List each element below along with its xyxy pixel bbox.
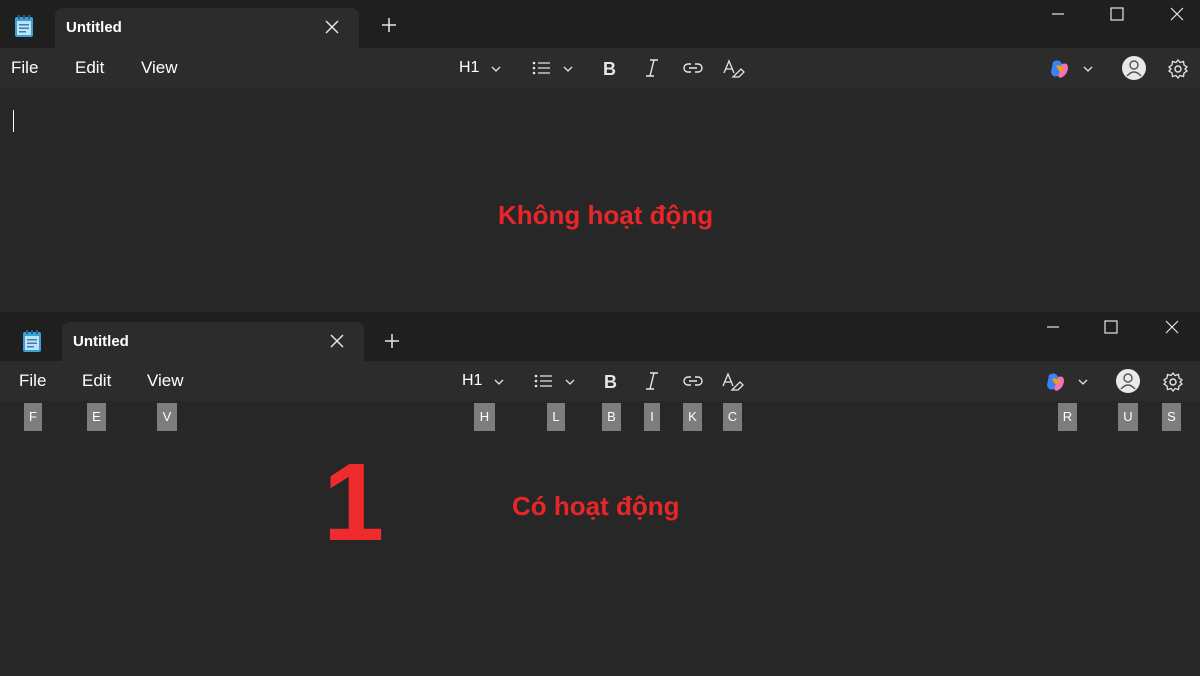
close-window-icon[interactable] xyxy=(1167,4,1187,24)
tab-title: Untitled xyxy=(73,333,129,350)
keytip-copilot: R xyxy=(1058,403,1077,431)
chevron-down-icon xyxy=(494,379,504,385)
copilot-icon xyxy=(1051,60,1068,78)
menu-file[interactable]: File xyxy=(11,58,38,78)
copilot-button[interactable] xyxy=(1044,371,1092,393)
tab-untitled[interactable]: Untitled xyxy=(62,322,364,362)
clear-formatting-icon[interactable] xyxy=(722,58,746,80)
italic-icon[interactable] xyxy=(642,371,662,393)
heading-label: H1 xyxy=(462,372,483,389)
step-number: 1 xyxy=(323,441,385,564)
notepad-icon xyxy=(13,14,35,38)
heading-label: H1 xyxy=(459,59,480,76)
bold-icon[interactable]: B xyxy=(600,58,620,80)
text-cursor xyxy=(13,110,14,132)
keytip-file: F xyxy=(24,403,42,431)
menu-view[interactable]: View xyxy=(147,371,184,391)
keytip-settings: S xyxy=(1162,403,1181,431)
list-icon xyxy=(532,61,550,75)
avatar-icon[interactable] xyxy=(1116,369,1140,393)
menu-bar: File Edit View H1 B xyxy=(0,361,1200,401)
avatar-icon[interactable] xyxy=(1122,56,1146,80)
heading-dropdown[interactable]: H1 xyxy=(459,58,505,80)
minimize-icon[interactable] xyxy=(1043,317,1063,337)
chevron-down-icon xyxy=(563,66,573,72)
notepad-window-inactive: Untitled File Edit View H1 B Không hoạt … xyxy=(0,0,1200,312)
tab-title: Untitled xyxy=(66,19,122,36)
close-icon[interactable] xyxy=(328,332,346,350)
menu-file[interactable]: File xyxy=(19,371,46,391)
notepad-icon xyxy=(21,329,43,353)
italic-icon[interactable] xyxy=(642,58,662,80)
maximize-icon[interactable] xyxy=(1107,4,1127,24)
keytip-heading: H xyxy=(474,403,495,431)
close-window-icon[interactable] xyxy=(1162,317,1182,337)
link-icon[interactable] xyxy=(681,58,705,80)
keytip-edit: E xyxy=(87,403,106,431)
svg-text:B: B xyxy=(603,59,616,78)
gear-icon[interactable] xyxy=(1162,371,1184,393)
title-bar: Untitled xyxy=(0,0,1200,48)
bold-icon[interactable]: B xyxy=(601,371,621,393)
menu-edit[interactable]: Edit xyxy=(82,371,111,391)
chevron-down-icon xyxy=(1083,66,1093,72)
keytip-list: L xyxy=(547,403,565,431)
list-icon xyxy=(534,374,552,388)
keytip-italic: I xyxy=(644,403,660,431)
heading-dropdown[interactable]: H1 xyxy=(462,371,508,393)
gear-icon[interactable] xyxy=(1167,58,1189,80)
status-label-inactive: Không hoạt động xyxy=(498,200,714,230)
keytip-view: V xyxy=(157,403,177,431)
keytip-bold: B xyxy=(602,403,621,431)
keytip-clear: C xyxy=(723,403,742,431)
svg-text:B: B xyxy=(604,372,617,391)
title-bar: Untitled xyxy=(0,313,1200,362)
clear-formatting-icon[interactable] xyxy=(721,371,745,393)
list-dropdown[interactable] xyxy=(531,58,577,80)
copilot-icon xyxy=(1047,373,1064,391)
keytip-link: K xyxy=(683,403,702,431)
menu-bar: File Edit View H1 B xyxy=(0,48,1200,88)
keytip-account: U xyxy=(1118,403,1138,431)
link-icon[interactable] xyxy=(681,371,705,393)
plus-icon[interactable] xyxy=(380,16,398,34)
plus-icon[interactable] xyxy=(383,332,401,350)
maximize-icon[interactable] xyxy=(1101,317,1121,337)
menu-view[interactable]: View xyxy=(141,58,178,78)
list-dropdown[interactable] xyxy=(533,371,579,393)
chevron-down-icon xyxy=(1078,379,1088,385)
chevron-down-icon xyxy=(565,379,575,385)
minimize-icon[interactable] xyxy=(1048,4,1068,24)
chevron-down-icon xyxy=(491,66,501,72)
close-icon[interactable] xyxy=(323,18,341,36)
status-label-active: Có hoạt động xyxy=(512,491,680,521)
tab-untitled[interactable]: Untitled xyxy=(55,8,359,48)
menu-edit[interactable]: Edit xyxy=(75,58,104,78)
copilot-button[interactable] xyxy=(1048,58,1096,80)
